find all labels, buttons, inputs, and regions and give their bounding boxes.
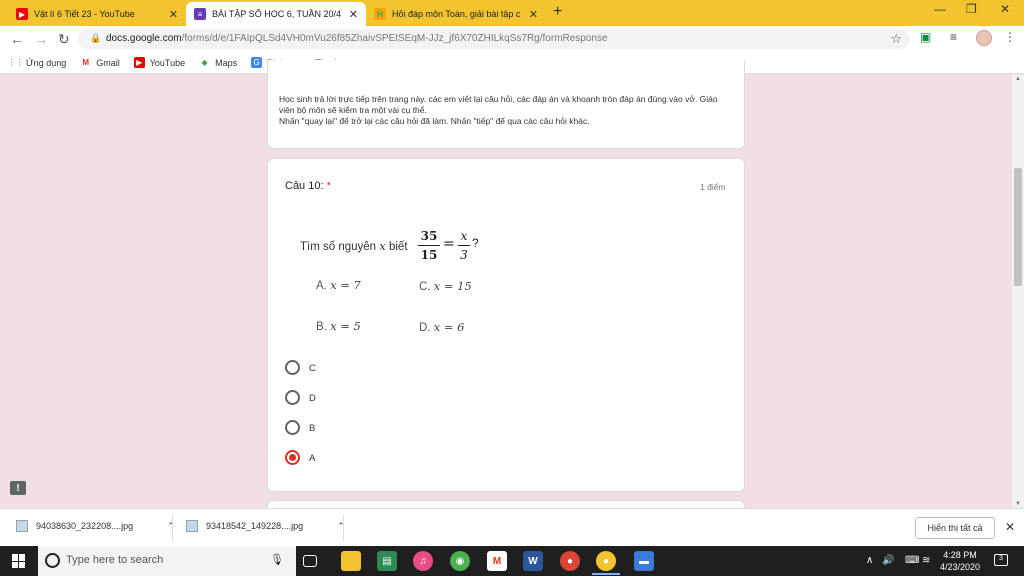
task-view-icon[interactable] (303, 555, 317, 567)
apps-grid-icon: ⋮⋮ (7, 58, 24, 67)
chrome-icon[interactable]: ● (560, 551, 580, 571)
tab-youtube[interactable]: ▶ Vật lí 6 Tiết 23 - YouTube ✕ (8, 2, 186, 26)
tray-chevron-icon[interactable]: ∧ (866, 555, 873, 566)
file-explorer-icon[interactable] (341, 551, 361, 571)
avatar[interactable] (976, 30, 992, 46)
bookmark-star-icon[interactable]: ☆ (890, 31, 902, 47)
app-icon[interactable]: ▤ (377, 551, 397, 571)
downloads-bar: 94038630_232208....jpg ⌃ 93418542_149228… (0, 508, 1024, 546)
radio-label-b: B (309, 423, 316, 434)
tab-forms[interactable]: ≡ BÀI TẬP SỐ HỌC 6, TUẦN 20/4 Đ ✕ (186, 2, 366, 26)
clock[interactable]: 4:28 PM 4/23/2020 (934, 549, 986, 573)
bookmark-apps[interactable]: ⋮⋮ Ứng dụng (7, 57, 67, 68)
url-text: docs.google.com/forms/d/e/1FAIpQLSd4VH0m… (106, 33, 608, 44)
close-window-icon[interactable]: ✕ (1000, 2, 1010, 16)
back-icon[interactable]: ← (10, 31, 24, 47)
radio-label-a: A (309, 453, 316, 464)
image-file-icon (186, 520, 198, 532)
browser-toolbar: ← → ↻ 🔒 docs.google.com/forms/d/e/1FAIpQ… (0, 26, 1024, 52)
volume-icon[interactable]: 🔊 (882, 555, 894, 566)
close-downloads-icon[interactable]: ✕ (1005, 520, 1015, 534)
forward-icon[interactable]: → (34, 31, 48, 47)
tab-title: Vật lí 6 Tiết 23 - YouTube (34, 9, 135, 19)
taskbar-search-box[interactable]: Type here to search 🎙 (38, 546, 296, 576)
option-b: B. x = 5 (316, 319, 361, 333)
image-file-icon (16, 520, 28, 532)
reading-list-icon[interactable]: ≡ (950, 30, 957, 44)
tab-title: Hỏi đáp môn Toán, giải bài tập c (392, 9, 521, 19)
tab-hoc24[interactable]: H Hỏi đáp môn Toán, giải bài tập c ✕ (366, 2, 546, 26)
bookmark-youtube[interactable]: ▶ YouTube (133, 57, 185, 68)
radio-label-d: D (309, 393, 316, 404)
wifi-icon[interactable]: ≋ (922, 555, 930, 566)
app-icon[interactable]: ▬ (634, 551, 654, 571)
option-a: A. x = 7 (316, 278, 361, 292)
chrome-active-icon[interactable]: ● (596, 551, 616, 571)
radio-choice-d[interactable] (285, 390, 300, 405)
windows-start-icon[interactable] (12, 554, 26, 568)
close-icon[interactable]: ✕ (349, 8, 358, 21)
report-feedback-icon[interactable]: ! (10, 481, 26, 495)
question-mark: ? (472, 236, 479, 250)
form-instructions: Học sinh trả lời trực tiếp trên trang nà… (279, 94, 718, 126)
bookmark-maps[interactable]: ◆ Maps (199, 57, 238, 68)
restore-icon[interactable]: ❐ (966, 2, 977, 16)
gmail-icon: M (82, 58, 90, 67)
scroll-down-icon[interactable]: ▼ (1015, 501, 1021, 507)
points-label: 1 điểm (700, 182, 726, 192)
scroll-up-icon[interactable]: ▲ (1015, 76, 1021, 82)
page-scrollbar[interactable]: ▲ ▼ (1012, 75, 1024, 508)
itunes-icon[interactable]: ♫ (413, 551, 433, 571)
lock-icon: 🔒 (90, 33, 102, 43)
fraction-35-15: 35 15 (418, 229, 440, 262)
question-text: Tìm số nguyên x biết (300, 239, 408, 253)
radio-choice-c[interactable] (285, 360, 300, 375)
tab-strip: ▶ Vật lí 6 Tiết 23 - YouTube ✕ ≡ BÀI TẬP… (0, 0, 1024, 26)
youtube-icon: ▶ (16, 8, 28, 20)
close-icon[interactable]: ✕ (529, 8, 538, 21)
maps-icon: ◆ (201, 58, 208, 67)
radio-choice-a[interactable] (285, 450, 300, 465)
option-c: C. x = 15 (419, 279, 472, 293)
download-item[interactable]: 94038630_232208....jpg ⌃ (16, 520, 175, 532)
extension-icon[interactable]: ▣ (920, 30, 931, 44)
windows-taskbar: Type here to search 🎙 ▤ ♫ ◉ M W ● ● ▬ ∧ … (0, 546, 1024, 576)
app-icon[interactable]: ◉ (450, 551, 470, 571)
gmail-icon[interactable]: M (487, 551, 507, 571)
bookmark-gmail[interactable]: M Gmail (80, 57, 119, 68)
required-mark: * (326, 180, 331, 192)
question-title: Câu 10: * (285, 180, 331, 192)
address-bar[interactable]: 🔒 docs.google.com/forms/d/e/1FAIpQLSd4VH… (78, 29, 910, 49)
chevron-up-icon[interactable]: ⌃ (167, 521, 175, 532)
youtube-icon: ▶ (133, 57, 145, 68)
menu-kebab-icon[interactable]: ⋮ (1004, 30, 1016, 44)
radio-choice-b[interactable] (285, 420, 300, 435)
translate-icon: G (251, 57, 263, 68)
show-all-downloads-button[interactable]: Hiển thị tất cả (915, 517, 995, 539)
new-tab-button[interactable]: + (553, 3, 562, 21)
word-icon[interactable]: W (523, 551, 543, 571)
option-d: D. x = 6 (419, 320, 465, 334)
keyboard-icon[interactable]: ⌨ (905, 555, 919, 566)
close-icon[interactable]: ✕ (169, 8, 178, 21)
cortana-icon (45, 553, 60, 568)
hoc24-icon: H (374, 8, 386, 20)
microphone-icon[interactable]: 🎙 (270, 553, 284, 566)
equals-sign: = (443, 236, 455, 252)
download-item[interactable]: 93418542_149228....jpg ⌃ (186, 520, 345, 532)
tab-title: BÀI TẬP SỐ HỌC 6, TUẦN 20/4 Đ (212, 9, 343, 19)
scroll-thumb[interactable] (1014, 168, 1022, 286)
radio-label-c: C (309, 363, 316, 374)
forms-icon: ≡ (194, 8, 206, 20)
notification-icon[interactable]: 3 (994, 554, 1008, 566)
fraction-x-3: x3 (458, 229, 470, 262)
reload-icon[interactable]: ↻ (58, 31, 70, 48)
minimize-icon[interactable]: — (934, 2, 946, 16)
